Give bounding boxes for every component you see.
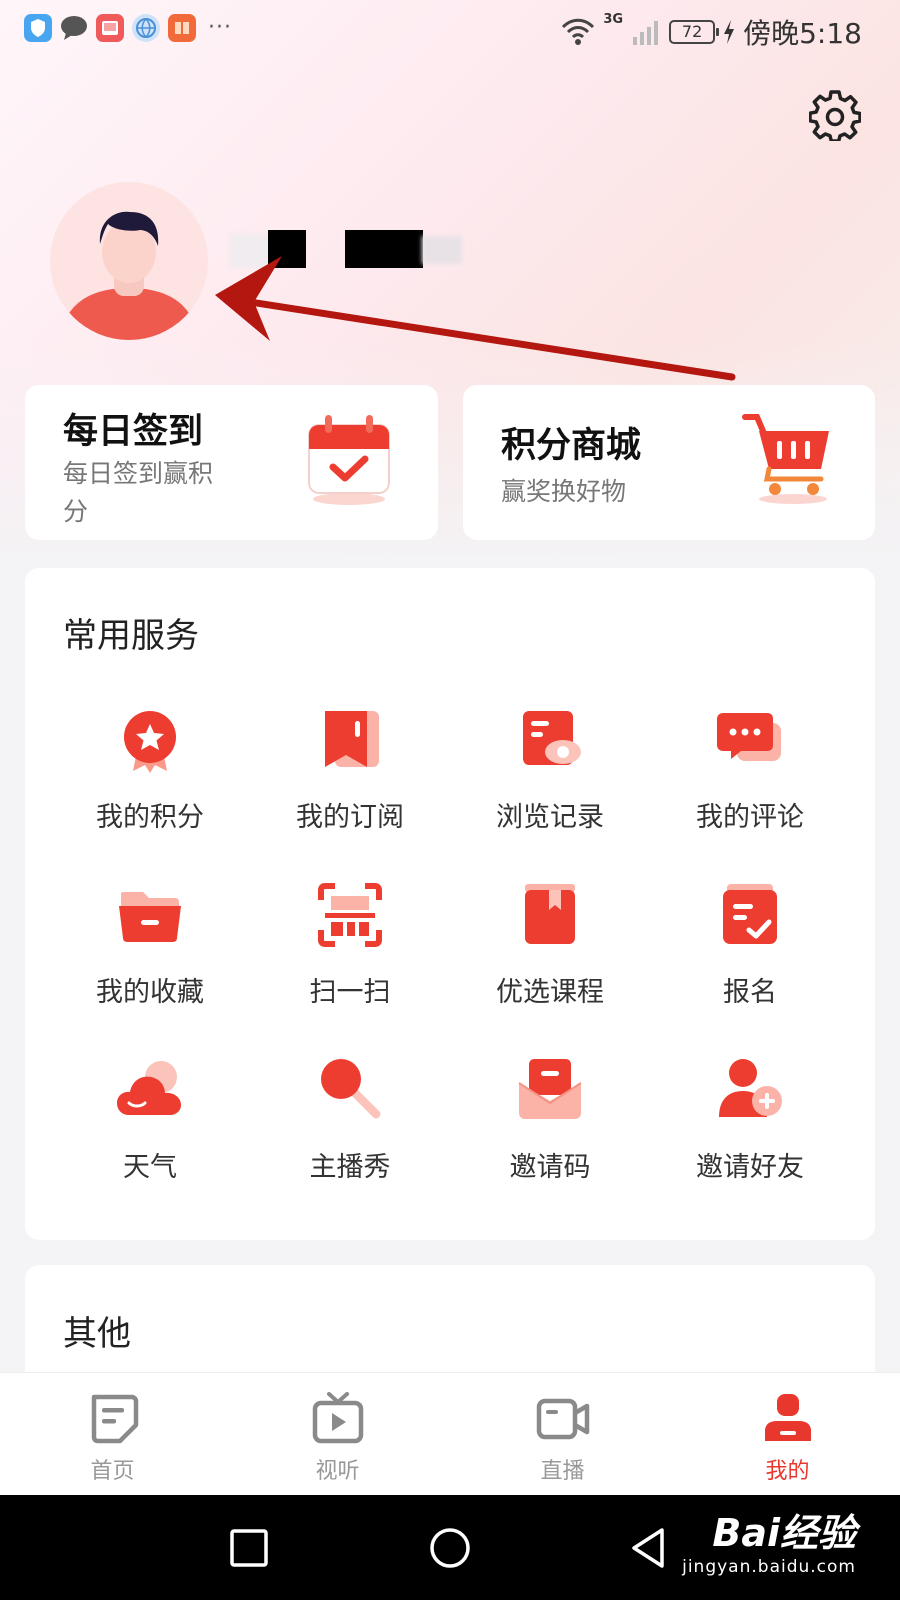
redaction-block bbox=[345, 230, 423, 268]
shopping-cart-icon bbox=[742, 414, 829, 504]
default-avatar-icon bbox=[50, 182, 208, 340]
points-mall-subtitle: 赢奖换好物 bbox=[501, 477, 627, 506]
other-title: 其他 bbox=[63, 1314, 131, 1354]
network-type: 3G bbox=[603, 12, 624, 27]
daily-checkin-subtitle: 每日签到赢积 分 bbox=[63, 459, 214, 526]
username bbox=[230, 230, 500, 270]
daily-checkin-title: 每日签到 bbox=[63, 411, 204, 452]
history-eye-icon bbox=[523, 711, 581, 765]
home-doc-icon bbox=[91, 1394, 138, 1444]
tab-video[interactable]: 视听 bbox=[225, 1373, 450, 1496]
service-invite-code[interactable]: 邀请码 bbox=[450, 1055, 650, 1184]
clock: 傍晚5:18 bbox=[743, 17, 862, 50]
signup-checklist-icon bbox=[723, 884, 777, 944]
wifi-icon bbox=[562, 18, 595, 45]
service-my-comments[interactable]: 我的评论 bbox=[650, 705, 850, 834]
redaction-block bbox=[268, 230, 306, 268]
live-camera-icon bbox=[536, 1398, 589, 1440]
service-anchor-show[interactable]: 主播秀 bbox=[250, 1055, 450, 1184]
service-featured-courses[interactable]: 优选课程 bbox=[450, 880, 650, 1009]
microphone-icon bbox=[321, 1059, 381, 1119]
service-my-favorites[interactable]: 我的收藏 bbox=[50, 880, 250, 1009]
battery-indicator: 72 bbox=[669, 20, 720, 44]
profile-icon bbox=[764, 1394, 811, 1441]
tab-live[interactable]: 直播 bbox=[450, 1373, 675, 1496]
message-icon bbox=[60, 14, 88, 42]
service-signup[interactable]: 报名 bbox=[650, 880, 850, 1009]
folder-icon bbox=[119, 892, 181, 942]
service-my-points[interactable]: 我的积分 bbox=[50, 705, 250, 834]
gear-icon bbox=[809, 90, 861, 141]
course-book-icon bbox=[525, 884, 575, 944]
notification-icons: ··· bbox=[24, 14, 232, 42]
points-mall-title: 积分商城 bbox=[501, 425, 642, 466]
service-browse-history[interactable]: 浏览记录 bbox=[450, 705, 650, 834]
home-button[interactable] bbox=[427, 1525, 473, 1571]
add-friend-icon bbox=[719, 1059, 782, 1117]
points-medal-icon bbox=[124, 711, 176, 773]
more-notifications: ··· bbox=[208, 15, 232, 40]
service-invite-friends[interactable]: 邀请好友 bbox=[650, 1055, 850, 1184]
bookmark-icon bbox=[325, 711, 379, 767]
tab-home[interactable]: 首页 bbox=[0, 1373, 225, 1496]
points-mall-card[interactable]: 积分商城 赢奖换好物 bbox=[463, 385, 875, 540]
signal-icon bbox=[633, 21, 659, 45]
video-play-icon bbox=[312, 1392, 363, 1444]
gallery-icon bbox=[96, 14, 124, 42]
browser-icon bbox=[132, 14, 160, 42]
scan-icon bbox=[318, 883, 382, 947]
baidu-jingyan-watermark: Bai经验 jingyan.baidu.com bbox=[682, 1511, 856, 1577]
settings-button[interactable] bbox=[808, 88, 862, 142]
service-weather[interactable]: 天气 bbox=[50, 1055, 250, 1184]
service-scan[interactable]: 扫一扫 bbox=[250, 880, 450, 1009]
bottom-tab-bar: 首页 视听 直播 我的 bbox=[0, 1372, 900, 1495]
common-services-title: 常用服务 bbox=[63, 616, 199, 656]
calendar-check-icon bbox=[308, 415, 390, 505]
tab-mine[interactable]: 我的 bbox=[675, 1373, 900, 1496]
news-app-icon bbox=[168, 14, 196, 42]
redaction-block bbox=[422, 236, 462, 264]
avatar[interactable] bbox=[50, 182, 208, 340]
recent-apps-button[interactable] bbox=[226, 1525, 272, 1571]
back-button[interactable] bbox=[626, 1525, 672, 1571]
service-my-subscriptions[interactable]: 我的订阅 bbox=[250, 705, 450, 834]
weather-cloud-icon bbox=[117, 1061, 181, 1115]
redaction-block bbox=[230, 234, 270, 268]
invite-envelope-icon bbox=[518, 1059, 582, 1119]
charging-icon bbox=[724, 20, 735, 44]
shield-icon bbox=[24, 14, 52, 42]
status-bar: ··· 3G 72 傍晚5:18 bbox=[0, 0, 900, 62]
comment-bubble-icon bbox=[717, 713, 781, 761]
system-navigation-bar: Bai经验 jingyan.baidu.com bbox=[0, 1495, 900, 1600]
daily-checkin-card[interactable]: 每日签到 每日签到赢积 分 bbox=[25, 385, 438, 540]
system-status: 3G 72 傍晚5:18 bbox=[561, 12, 862, 52]
